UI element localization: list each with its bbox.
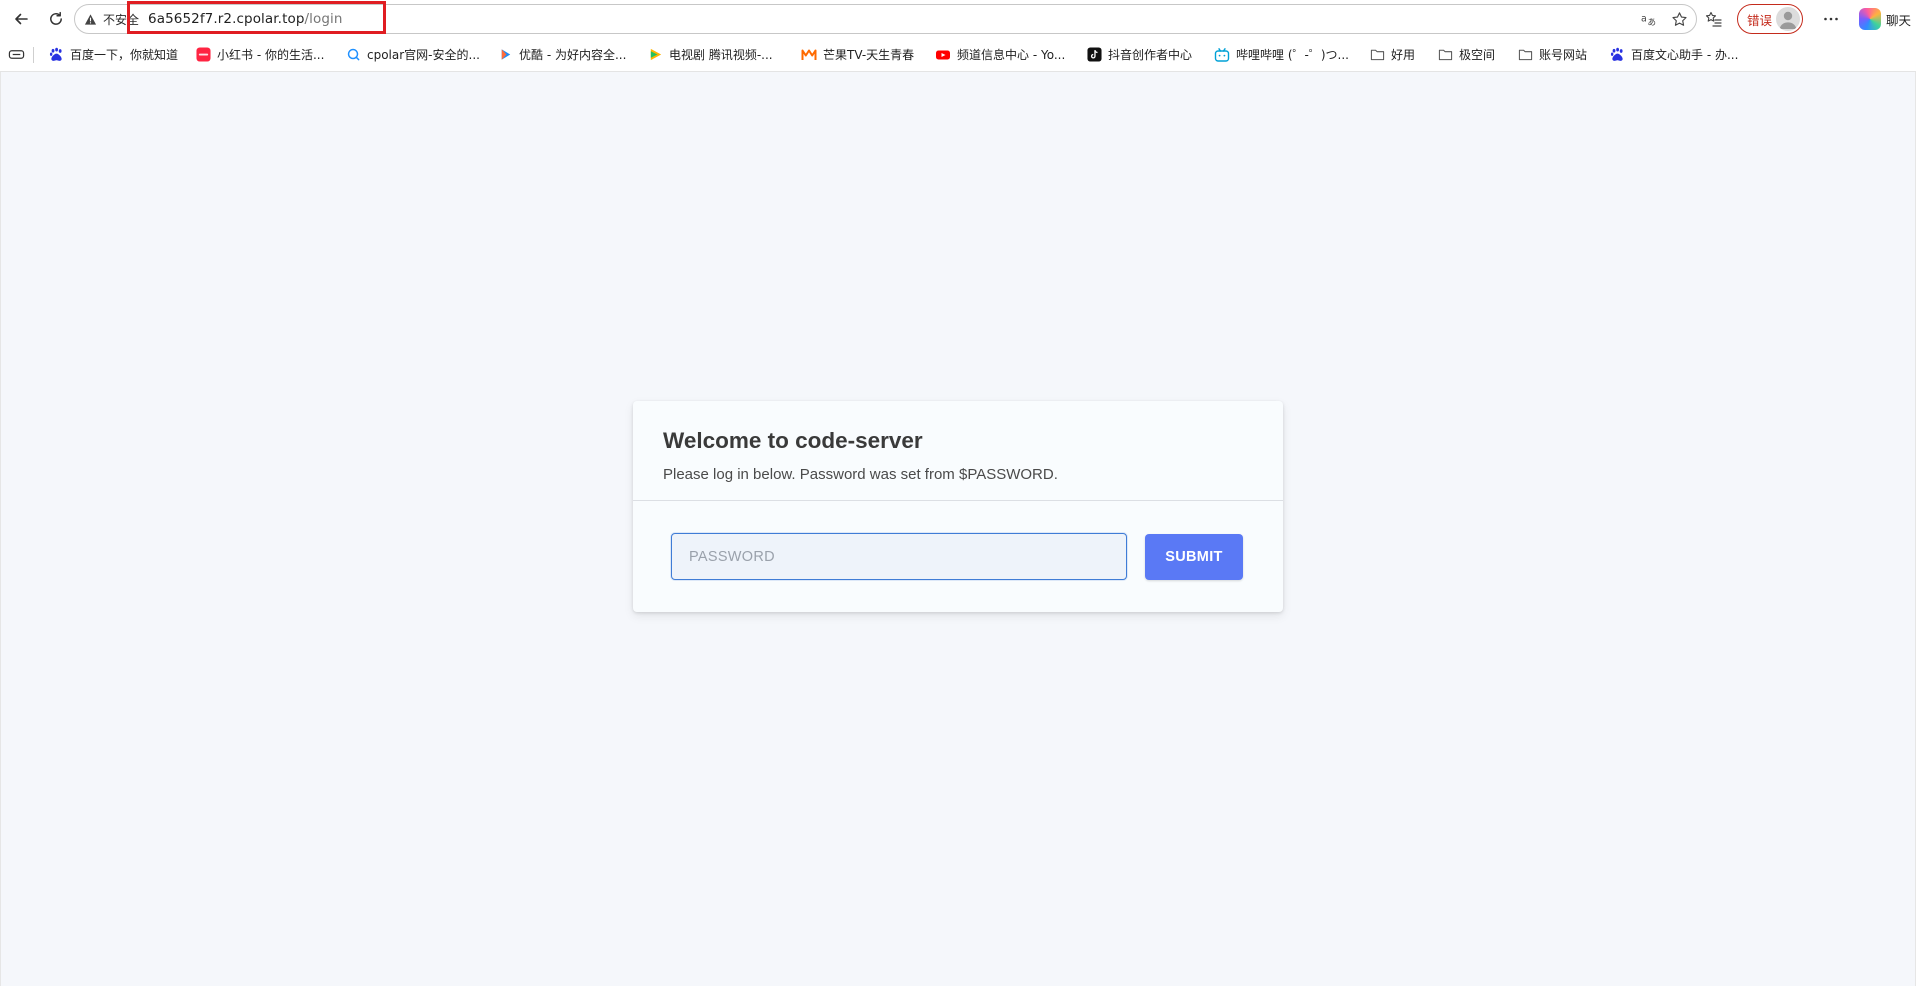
page-title: Welcome to code-server: [663, 428, 923, 453]
bookmark-item[interactable]: 好用: [1369, 46, 1437, 63]
copilot-chat-label: 聊天: [1886, 12, 1912, 28]
bookmark-item[interactable]: 账号网站: [1517, 46, 1609, 63]
submit-button[interactable]: SUBMIT: [1145, 534, 1243, 580]
cpolar-icon: [345, 47, 361, 63]
reload-button[interactable]: [41, 4, 71, 34]
youku-icon: [497, 47, 513, 63]
bookmark-item[interactable]: 芒果TV-天生青春: [801, 46, 935, 63]
bookmark-item[interactable]: 哔哩哔哩 (゜-゜)つ...: [1214, 46, 1369, 63]
url-path: /login: [304, 11, 343, 27]
profile-error-button[interactable]: 错误: [1737, 4, 1803, 34]
bookmark-item[interactable]: 百度文心助手 - 办...: [1609, 46, 1749, 63]
login-instructions: Please log in below. Password was set fr…: [663, 466, 1058, 483]
url-text[interactable]: 6a5652f7.r2.cpolar.top/login: [148, 11, 343, 27]
mango-tv-icon: [801, 47, 817, 63]
baidu-icon: [1609, 47, 1625, 63]
url-host: 6a5652f7.r2.cpolar.top: [148, 11, 305, 27]
bookmark-item[interactable]: 频道信息中心 - Yo...: [935, 46, 1086, 63]
bookmark-label: 哔哩哔哩 (゜-゜)つ...: [1236, 48, 1349, 62]
back-button[interactable]: [6, 4, 36, 34]
more-menu-icon[interactable]: [1819, 10, 1843, 28]
bookmark-label: 频道信息中心 - Yo...: [957, 48, 1066, 62]
page-viewport: Welcome to code-server Please log in bel…: [0, 72, 1916, 986]
bookmark-label: 电视剧 腾讯视频-...: [669, 48, 773, 62]
copilot-icon: [1859, 8, 1881, 30]
tab-actions-icon[interactable]: [8, 46, 25, 63]
profile-error-label: 错误: [1747, 12, 1773, 28]
copilot-chat-button[interactable]: 聊天: [1859, 8, 1911, 30]
back-arrow-icon: [15, 13, 28, 25]
read-aloud-translate-icon[interactable]: aあ: [1640, 11, 1657, 28]
login-form: SUBMIT: [633, 501, 1283, 612]
avatar: [1776, 7, 1800, 31]
browser-toolbar: 不安全 6a5652f7.r2.cpolar.top/login aあ 错误 聊: [0, 0, 1916, 38]
bookmark-label: 百度一下，你就知道: [70, 48, 179, 62]
bookmark-label: 百度文心助手 - 办...: [1631, 48, 1739, 62]
bookmark-label: 账号网站: [1539, 48, 1588, 62]
password-input[interactable]: [671, 533, 1127, 580]
bookmarks-bar: 百度一下，你就知道 小红书 - 你的生活... cpolar官网-安全的... 优酷 …: [0, 38, 1916, 72]
reload-icon: [50, 11, 62, 25]
bookmark-item[interactable]: 极空间: [1437, 46, 1517, 63]
douyin-icon: [1086, 47, 1102, 63]
bookmark-item[interactable]: cpolar官网-安全的...: [345, 46, 497, 63]
favorites-list-icon[interactable]: [1705, 10, 1723, 28]
bookmark-item[interactable]: 抖音创作者中心: [1086, 46, 1214, 63]
bookmarks-divider: [33, 46, 34, 63]
bookmark-label: 极空间: [1459, 48, 1496, 62]
bookmark-item[interactable]: 百度一下，你就知道: [48, 46, 195, 63]
svg-text:a: a: [1641, 13, 1647, 24]
bookmark-label: 小红书 - 你的生活...: [217, 48, 325, 62]
favorite-star-icon[interactable]: [1671, 11, 1688, 28]
bilibili-icon: [1214, 47, 1230, 63]
bookmark-item[interactable]: 小红书 - 你的生活...: [195, 46, 345, 63]
folder-icon: [1517, 47, 1533, 63]
bookmark-item[interactable]: 电视剧 腾讯视频-...: [647, 46, 801, 63]
bookmark-label: 好用: [1391, 48, 1416, 62]
folder-icon: [1437, 47, 1453, 63]
tencent-video-icon: [647, 47, 663, 63]
login-card-header: Welcome to code-server Please log in bel…: [633, 401, 1283, 501]
baidu-icon: [48, 47, 64, 63]
bookmark-label: 抖音创作者中心: [1108, 48, 1193, 62]
bookmark-label: 优酷 - 为好内容全...: [519, 48, 627, 62]
warning-triangle-icon[interactable]: [84, 12, 98, 26]
bookmark-label: 芒果TV-天生青春: [823, 48, 915, 62]
xiaohongshu-icon: [195, 47, 211, 63]
svg-text:あ: あ: [1648, 18, 1657, 28]
bookmark-label: cpolar官网-安全的...: [367, 48, 480, 62]
login-card: Welcome to code-server Please log in bel…: [633, 401, 1283, 612]
folder-icon: [1369, 47, 1385, 63]
youtube-icon: [935, 47, 951, 63]
bookmark-item[interactable]: 优酷 - 为好内容全...: [497, 46, 647, 63]
security-status-label[interactable]: 不安全: [103, 11, 139, 28]
address-bar[interactable]: 不安全 6a5652f7.r2.cpolar.top/login aあ: [74, 4, 1697, 34]
